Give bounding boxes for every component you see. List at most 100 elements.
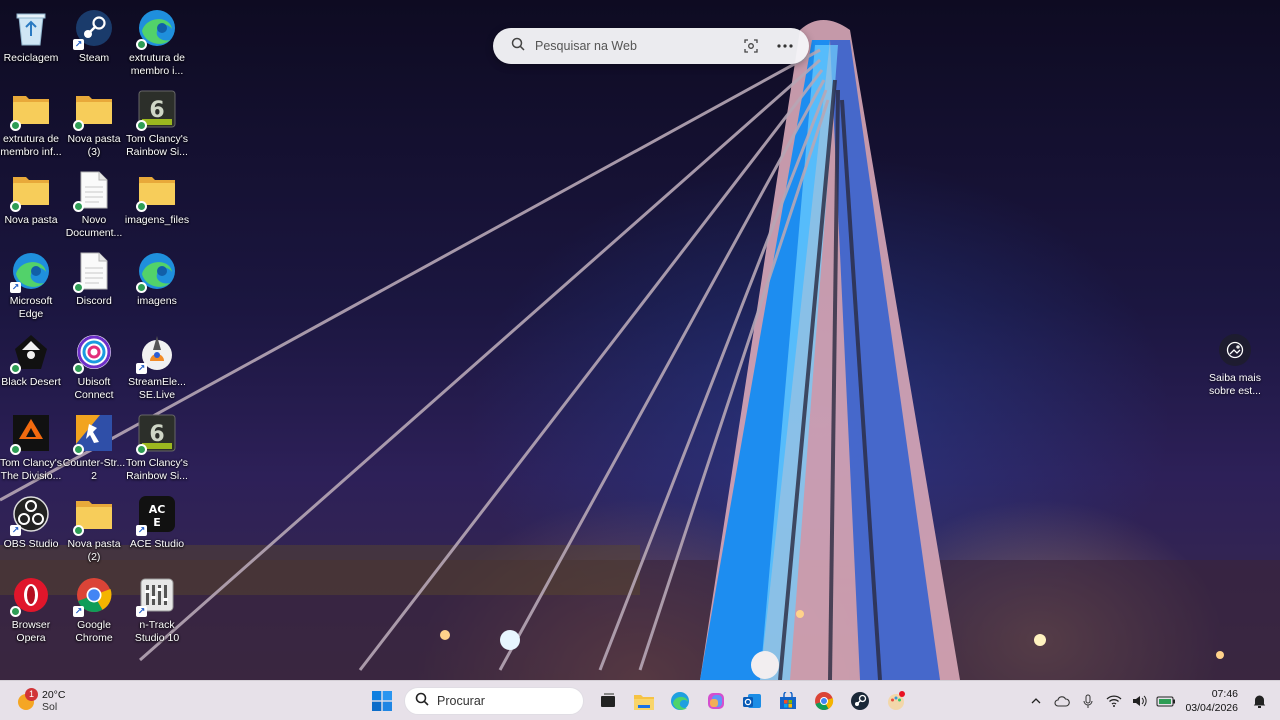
desktop-icon-label: extrutura de membro inf...	[0, 133, 62, 158]
desktop-icon[interactable]: Nova pasta	[0, 166, 62, 244]
desktop-icon[interactable]: Ubisoft Connect	[63, 328, 125, 406]
desktop-icon[interactable]: ↗ OBS Studio	[0, 490, 62, 568]
task-view-icon[interactable]	[590, 685, 626, 717]
spotlight-learn-more[interactable]: Saiba mais sobre est...	[1204, 334, 1266, 404]
desktop-icon[interactable]: extrutura de membro i...	[126, 4, 188, 82]
microsoft-store-icon[interactable]	[770, 685, 806, 717]
desktop-icon[interactable]: ↗ Steam	[63, 4, 125, 82]
sync-check-icon	[10, 120, 21, 131]
desktop-icon-label: Novo Document...	[65, 214, 123, 239]
onedrive-cloud-icon[interactable]	[1051, 690, 1073, 712]
desktop-search-bar[interactable]: Pesquisar na Web	[493, 28, 809, 64]
sync-check-icon	[10, 363, 21, 374]
search-icon	[415, 692, 429, 711]
sync-check-icon	[73, 120, 84, 131]
desktop-icon-label: Browser Opera	[11, 619, 51, 644]
desktop-icon[interactable]: Nova pasta (3)	[63, 85, 125, 163]
weather-temperature: 20°C	[42, 689, 66, 701]
chevron-up-icon[interactable]	[1025, 690, 1047, 712]
chrome-icon[interactable]	[806, 685, 842, 717]
outlook-icon[interactable]	[734, 685, 770, 717]
svg-text:E: E	[153, 516, 161, 529]
weather-condition: Sol	[42, 701, 58, 713]
desktop-icon-label: Nova pasta (3)	[67, 133, 121, 158]
spotlight-label: Saiba mais sobre est...	[1209, 372, 1261, 397]
sync-check-icon	[136, 444, 147, 455]
search-icon	[511, 37, 525, 56]
visual-search-icon[interactable]	[739, 34, 763, 58]
desktop-icon[interactable]: 6 Tom Clancy's Rainbow Si...	[126, 85, 188, 163]
ace-studio-icon: AC E ↗	[136, 494, 177, 536]
desktop-icon-label: Reciclagem	[3, 52, 59, 64]
desktop-icon-label: Microsoft Edge	[9, 295, 53, 320]
desktop-icon[interactable]: extrutura de membro inf...	[0, 85, 62, 163]
division-icon	[10, 413, 51, 455]
copilot-icon[interactable]	[698, 685, 734, 717]
desktop-icon[interactable]: ↗ StreamEle... SE.Live	[126, 328, 188, 406]
volume-icon[interactable]	[1129, 690, 1151, 712]
windows-start-icon[interactable]	[364, 685, 400, 717]
desktop-icon[interactable]: ↗ Google Chrome	[63, 571, 125, 649]
black-desert-icon	[10, 332, 51, 374]
shortcut-arrow-icon: ↗	[136, 363, 147, 374]
edge-icon: ↗	[10, 251, 51, 293]
edge-icon	[136, 8, 177, 50]
desktop-icon-label: Counter-Str... 2	[62, 457, 126, 482]
sync-check-icon	[10, 201, 21, 212]
system-clock[interactable]: 07:46 03/04/2026	[1185, 687, 1238, 715]
desktop-icon-label: Steam	[78, 52, 110, 64]
desktop-icon-label: Nova pasta	[4, 214, 58, 226]
notification-bell-icon[interactable]	[1248, 690, 1270, 712]
paint-icon[interactable]	[878, 685, 914, 717]
search-placeholder[interactable]: Pesquisar na Web	[535, 39, 729, 53]
streamelements-icon: ↗	[136, 332, 177, 374]
sync-check-icon	[136, 201, 147, 212]
document-icon	[73, 251, 114, 293]
desktop-icon-label: Tom Clancy's Rainbow Si...	[125, 457, 189, 482]
steam-icon[interactable]	[842, 685, 878, 717]
wifi-icon[interactable]	[1103, 690, 1125, 712]
battery-icon[interactable]	[1155, 690, 1177, 712]
ntrack-icon: ↗	[136, 575, 177, 617]
chrome-icon: ↗	[73, 575, 114, 617]
desktop-icon[interactable]: Tom Clancy's The Divisio...	[0, 409, 62, 487]
desktop-icon-label: Google Chrome	[75, 619, 113, 644]
taskbar-search-placeholder[interactable]: Procurar	[437, 694, 485, 708]
desktop-icon[interactable]: Novo Document...	[63, 166, 125, 244]
edge-icon[interactable]	[662, 685, 698, 717]
desktop-icon-label: Ubisoft Connect	[74, 376, 114, 401]
desktop-icon[interactable]: Reciclagem	[0, 4, 62, 82]
more-options-icon[interactable]	[773, 34, 797, 58]
steam-icon: ↗	[73, 8, 114, 50]
folder-icon	[10, 170, 51, 212]
file-explorer-icon[interactable]	[626, 685, 662, 717]
desktop-icon-label: n-Track Studio 10	[134, 619, 180, 644]
desktop-icon[interactable]: Black Desert	[0, 328, 62, 406]
desktop-icon[interactable]: Discord	[63, 247, 125, 325]
taskbar-apps: Procurar	[364, 685, 914, 717]
desktop-icon[interactable]: ↗ n-Track Studio 10	[126, 571, 188, 649]
desktop-icon[interactable]: Counter-Str... 2	[63, 409, 125, 487]
taskbar: 1 20°C Sol Procurar 07:46 03/04/2026	[0, 680, 1280, 720]
obs-icon: ↗	[10, 494, 51, 536]
clock-date: 03/04/2026	[1185, 702, 1238, 714]
sync-check-icon	[136, 282, 147, 293]
edge-icon	[136, 251, 177, 293]
document-icon	[73, 170, 114, 212]
desktop-icon[interactable]: Browser Opera	[0, 571, 62, 649]
microphone-icon[interactable]	[1077, 690, 1099, 712]
sync-check-icon	[73, 282, 84, 293]
desktop-icon[interactable]: ↗ Microsoft Edge	[0, 247, 62, 325]
recycle-bin-icon	[11, 8, 51, 48]
desktop-icon[interactable]: imagens	[126, 247, 188, 325]
desktop-icon[interactable]: Nova pasta (2)	[63, 490, 125, 568]
sync-check-icon	[136, 39, 147, 50]
camera-icon	[1219, 334, 1251, 366]
clock-time: 07:46	[1211, 688, 1238, 700]
desktop-icon[interactable]: 6 Tom Clancy's Rainbow Si...	[126, 409, 188, 487]
desktop-icon[interactable]: AC E ↗ ACE Studio	[126, 490, 188, 568]
taskbar-search[interactable]: Procurar	[404, 687, 584, 715]
desktop-icon[interactable]: imagens_files	[124, 166, 190, 244]
weather-widget[interactable]: 1 20°C Sol	[14, 686, 65, 716]
desktop-icon-label: imagens_files	[124, 214, 190, 226]
